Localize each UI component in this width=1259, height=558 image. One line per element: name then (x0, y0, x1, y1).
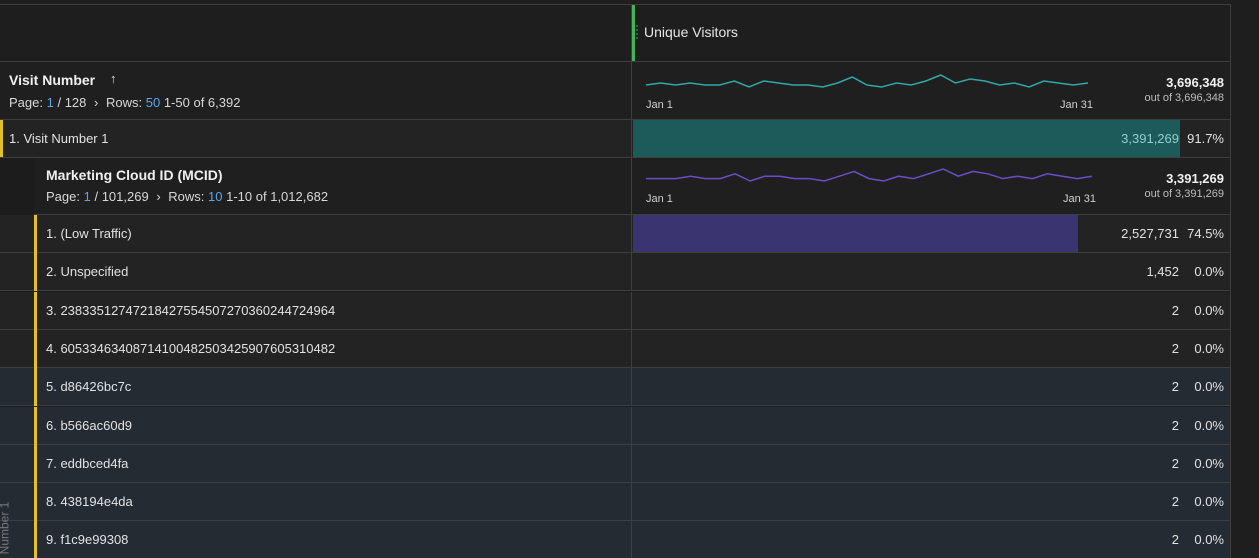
table-row-visit-number-1[interactable]: 1. Visit Number 1 3,391,269 91.7% (0, 120, 1230, 158)
sparkline-chart (646, 168, 1093, 182)
row-indicator (34, 215, 37, 253)
drag-handle-icon[interactable] (636, 25, 638, 41)
total-value: 3,391,269 (1166, 171, 1224, 186)
table-row[interactable]: 7. eddbced4fa 2 0.0% (0, 444, 1230, 483)
row-value: 2 (1171, 494, 1179, 510)
row-indicator (34, 291, 37, 330)
row-indicator (34, 368, 37, 407)
dimension-title[interactable]: Visit Number (9, 72, 95, 88)
row-percent: 0.0% (1194, 379, 1224, 395)
row-label[interactable]: 4. 6053346340871410048250342590760531048… (46, 341, 335, 356)
metric-column-header[interactable]: Unique Visitors (632, 5, 1230, 61)
side-dimension-label: Number 1 (0, 502, 12, 555)
dimension-header-mcid: Marketing Cloud ID (MCID) Page: 1 / 101,… (34, 158, 1230, 215)
row-value: 2 (1171, 302, 1179, 318)
sparkline-start-label: Jan 1 (646, 193, 673, 205)
row-value: 3,391,269 (1121, 131, 1179, 146)
table-row[interactable]: 9. f1c9e99308 2 0.0% (0, 521, 1230, 558)
row-percent: 0.0% (1194, 417, 1224, 433)
row-label[interactable]: 8. 438194e4da (46, 494, 133, 509)
total-out-of: out of 3,696,348 (1144, 92, 1224, 104)
dimension-header-visit-number: Visit Number ↑ Page: 1 / 128 › Rows: 50 … (0, 62, 1230, 120)
row-range: 1-50 of 6,392 (163, 95, 241, 110)
page-number-input[interactable]: 1 (84, 189, 91, 204)
rows-per-page-select[interactable]: 50 (146, 95, 160, 110)
row-percent: 0.0% (1194, 494, 1224, 510)
row-indicator (34, 521, 37, 558)
row-label[interactable]: 2. Unspecified (46, 264, 128, 279)
row-value: 2 (1171, 340, 1179, 356)
row-value: 2 (1171, 379, 1179, 395)
row-indicator (34, 483, 37, 522)
row-label[interactable]: 3. 2383351274721842755450727036024472496… (46, 303, 335, 318)
dimension-header-blank (0, 5, 632, 61)
row-label[interactable]: 6. b566ac60d9 (46, 418, 132, 433)
row-percent: 91.7% (1187, 131, 1224, 146)
row-percent: 0.0% (1194, 532, 1224, 548)
row-indicator (34, 406, 37, 445)
row-percent: 0.0% (1194, 264, 1224, 280)
column-total: 3,696,348 out of 3,696,348 (1144, 75, 1224, 104)
sparkline-chart (645, 74, 1089, 88)
row-range: 1-10 of 1,012,682 (226, 189, 329, 204)
pager: Page: 1 / 101,269 › Rows: 10 1-10 of 1,0… (46, 189, 329, 204)
table-row[interactable]: 5. d86426bc7c 2 0.0% (0, 368, 1230, 407)
table-row[interactable]: 1. (Low Traffic) 2,527,731 74.5% (0, 215, 1230, 253)
rows-per-page-select[interactable]: 10 (208, 189, 222, 204)
row-value: 1,452 (1146, 264, 1179, 280)
metric-title: Unique Visitors (644, 24, 738, 40)
chevron-right-icon[interactable]: › (156, 189, 160, 204)
column-header-row: Unique Visitors (0, 5, 1230, 62)
row-percent: 0.0% (1194, 302, 1224, 318)
sparkline-end-label: Jan 31 (1063, 193, 1097, 205)
row-label[interactable]: 1. (Low Traffic) (46, 226, 132, 241)
row-bar (633, 215, 1078, 252)
total-out-of: out of 3,391,269 (1144, 188, 1224, 200)
row-indicator (34, 329, 37, 368)
pager: Page: 1 / 128 › Rows: 50 1-50 of 6,392 (9, 95, 241, 110)
sparkline-end-label: Jan 31 (1060, 99, 1094, 111)
freeform-table: Unique Visitors Visit Number ↑ Page: 1 /… (0, 4, 1231, 558)
row-percent: 0.0% (1194, 340, 1224, 356)
dimension-title[interactable]: Marketing Cloud ID (MCID) (46, 167, 223, 183)
sparkline-path (645, 74, 1089, 88)
row-indicator (34, 444, 37, 483)
row-percent: 0.0% (1194, 455, 1224, 471)
column-total: 3,391,269 out of 3,391,269 (1144, 171, 1224, 200)
row-value: 2 (1171, 532, 1179, 548)
row-label[interactable]: 7. eddbced4fa (46, 456, 128, 471)
table-row[interactable]: 4. 6053346340871410048250342590760531048… (0, 329, 1230, 368)
table-row[interactable]: 6. b566ac60d9 2 0.0% (0, 406, 1230, 445)
row-value: 2 (1171, 417, 1179, 433)
table-row[interactable]: 2. Unspecified 1,452 0.0% (0, 253, 1230, 292)
row-label[interactable]: 1. Visit Number 1 (9, 131, 108, 146)
row-label[interactable]: 9. f1c9e99308 (46, 532, 128, 547)
sort-ascending-icon[interactable]: ↑ (110, 71, 117, 86)
chevron-right-icon[interactable]: › (94, 95, 98, 110)
sparkline-start-label: Jan 1 (646, 99, 673, 111)
table-row[interactable]: 3. 2383351274721842755450727036024472496… (0, 291, 1230, 330)
row-bar (633, 120, 1181, 157)
row-value: 2 (1171, 455, 1179, 471)
row-value: 2,527,731 (1121, 226, 1179, 241)
row-indicator (34, 253, 37, 292)
total-value: 3,696,348 (1166, 75, 1224, 90)
row-label[interactable]: 5. d86426bc7c (46, 379, 131, 394)
row-percent: 74.5% (1187, 226, 1224, 241)
page-number-input[interactable]: 1 (47, 95, 54, 110)
table-row[interactable]: 8. 438194e4da 2 0.0% (0, 483, 1230, 522)
sparkline-path (646, 168, 1093, 182)
